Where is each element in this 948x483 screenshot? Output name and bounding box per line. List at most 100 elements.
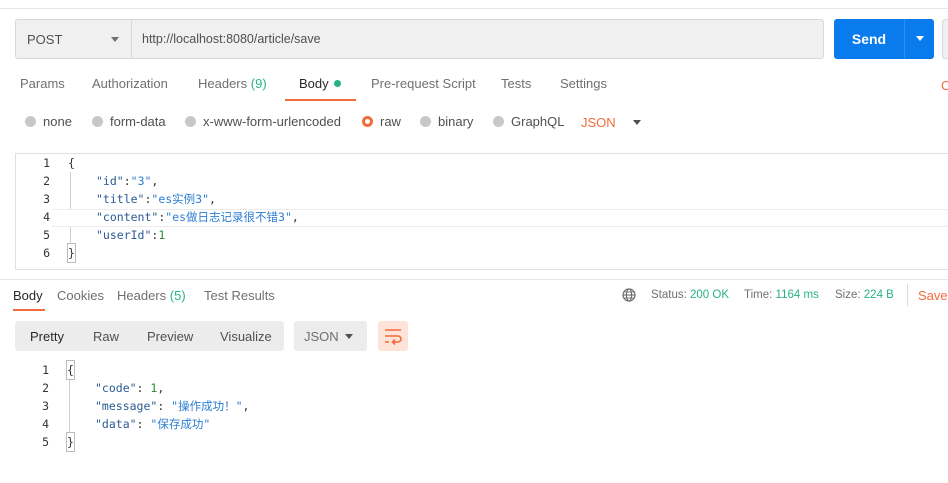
line-number: 4	[43, 210, 50, 224]
view-tab-preview[interactable]: Preview	[147, 329, 193, 344]
size-readout[interactable]: Size: 224 B	[835, 289, 894, 301]
response-divider	[0, 279, 948, 280]
json-string: "操作成功！"	[171, 399, 243, 413]
send-options-button[interactable]	[904, 19, 934, 59]
response-tab-headers-label: Headers	[117, 288, 167, 303]
top-divider	[0, 8, 948, 9]
view-tab-visualize[interactable]: Visualize	[220, 329, 272, 344]
radio-form-data-label: form-data	[110, 114, 166, 129]
json-key: "userId"	[96, 228, 152, 242]
send-button-group: Send	[834, 19, 934, 59]
response-headers-count: (5)	[169, 288, 186, 303]
tab-settings[interactable]: Settings	[560, 76, 607, 91]
response-view-tabs: Pretty Raw Preview Visualize	[15, 321, 284, 351]
open-brace: {	[68, 156, 75, 170]
radio-urlencoded[interactable]: x-www-form-urlencoded	[185, 114, 341, 129]
close-brace: }	[66, 432, 75, 452]
json-string: "es做日志记录很不错3"	[165, 210, 292, 224]
size-value: 224 B	[863, 289, 894, 301]
response-tab-body[interactable]: Body	[13, 288, 43, 303]
line-number: 4	[42, 417, 49, 431]
headers-count: (9)	[250, 76, 267, 91]
radio-circle-icon	[185, 116, 196, 127]
response-format-label: JSON	[304, 328, 339, 344]
method-label: POST	[27, 31, 63, 47]
response-tab-test-results[interactable]: Test Results	[204, 288, 275, 303]
status-label: Status:	[651, 289, 687, 301]
modified-dot-icon	[333, 80, 341, 87]
json-string: "3"	[130, 174, 152, 188]
cookies-link-cut[interactable]: C	[941, 78, 948, 93]
json-string: "保存成功"	[150, 417, 211, 431]
time-readout[interactable]: Time: 1164 ms	[744, 289, 819, 301]
globe-icon[interactable]	[622, 288, 636, 302]
line-number: 2	[43, 174, 50, 188]
wrap-lines-icon[interactable]	[378, 321, 408, 351]
json-key: "data"	[95, 417, 137, 431]
line-number: 2	[42, 381, 49, 395]
radio-graphql[interactable]: GraphQL	[493, 114, 564, 129]
url-input[interactable]: http://localhost:8080/article/save	[132, 20, 823, 58]
json-key: "message"	[95, 399, 158, 413]
line-number: 1	[42, 363, 49, 377]
chevron-down-icon	[345, 334, 353, 339]
status-separator	[907, 284, 908, 306]
method-select[interactable]: POST	[16, 20, 132, 58]
line-number: 1	[43, 156, 50, 170]
response-format-select[interactable]: JSON	[294, 321, 367, 351]
tab-headers-label: Headers	[198, 76, 248, 91]
chevron-down-icon	[632, 120, 641, 125]
line-number: 3	[43, 192, 50, 206]
send-button[interactable]: Send	[834, 19, 904, 59]
tab-authorization[interactable]: Authorization	[92, 76, 168, 91]
radio-graphql-label: GraphQL	[511, 114, 565, 129]
radio-urlencoded-label: x-www-form-urlencoded	[203, 114, 341, 129]
line-number: 5	[43, 228, 50, 242]
radio-circle-icon	[420, 116, 431, 127]
radio-circle-icon	[92, 116, 103, 127]
radio-form-data[interactable]: form-data	[92, 114, 166, 129]
line-number: 3	[42, 399, 49, 413]
response-tab-cookies[interactable]: Cookies	[57, 288, 104, 303]
view-tab-pretty[interactable]: Pretty	[30, 329, 64, 344]
json-key: "code"	[95, 381, 137, 395]
radio-binary[interactable]: binary	[420, 114, 473, 129]
tab-body-label: Body	[299, 76, 329, 91]
chevron-down-icon	[916, 36, 924, 41]
raw-format-label: JSON	[581, 115, 616, 130]
open-brace: {	[66, 360, 75, 380]
json-key: "id"	[96, 174, 124, 188]
tab-params[interactable]: Params	[20, 76, 65, 91]
status-readout[interactable]: Status: 200 OK	[651, 289, 729, 301]
line-number: 5	[42, 435, 49, 449]
radio-circle-icon	[493, 116, 504, 127]
chevron-down-icon	[111, 37, 119, 42]
save-button-edge[interactable]	[942, 19, 948, 59]
radio-none-label: none	[43, 114, 72, 129]
json-key: "content"	[96, 210, 159, 224]
json-string: "es实例3"	[151, 192, 210, 206]
view-tab-raw[interactable]: Raw	[93, 329, 119, 344]
tab-tests[interactable]: Tests	[501, 76, 531, 91]
time-label: Time:	[744, 289, 773, 301]
radio-raw[interactable]: raw	[362, 114, 401, 129]
radio-binary-label: binary	[438, 114, 474, 129]
save-response-button[interactable]: Save	[918, 288, 948, 303]
json-key: "title"	[96, 192, 145, 206]
response-body-viewer[interactable]: 1{ 2 "code": 1, 3 "message": "操作成功！", 4 "da…	[15, 360, 615, 461]
tab-headers[interactable]: Headers (9)	[198, 76, 267, 91]
size-label: Size:	[835, 289, 861, 301]
active-tab-indicator	[285, 99, 356, 101]
status-value: 200 OK	[690, 289, 730, 301]
response-tab-headers[interactable]: Headers (5)	[117, 288, 186, 303]
radio-raw-label: raw	[380, 114, 401, 129]
request-url-bar: POST http://localhost:8080/article/save	[15, 19, 824, 59]
radio-selected-icon	[362, 116, 373, 127]
request-body-editor[interactable]: 1{ 2 "id":"3", 3 "title":"es实例3", 4 "conten…	[15, 153, 948, 270]
close-brace: }	[67, 243, 76, 263]
tab-prerequest-script[interactable]: Pre-request Script	[371, 76, 476, 91]
response-active-tab-indicator	[13, 309, 45, 311]
radio-none[interactable]: none	[25, 114, 72, 129]
tab-body[interactable]: Body	[299, 76, 341, 91]
raw-format-select[interactable]: JSON	[581, 115, 641, 130]
